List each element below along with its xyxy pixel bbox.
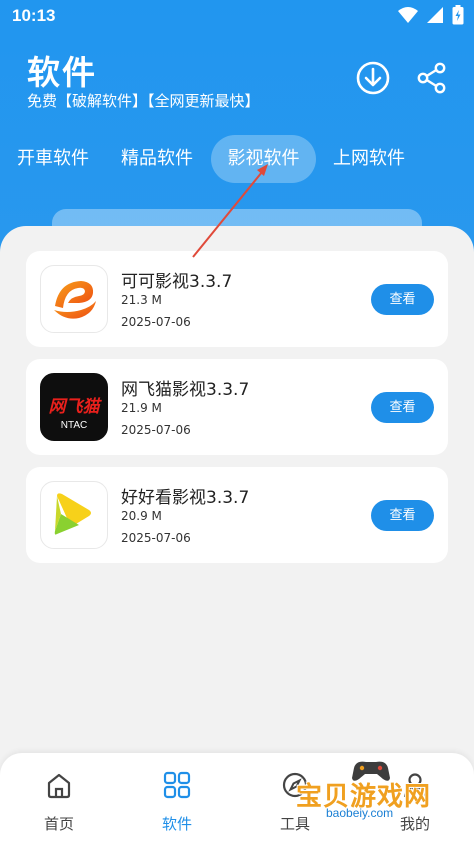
wangfeimao-icon: 网飞猫 NTAC [40, 373, 108, 441]
page-title: 软件 [27, 53, 97, 92]
wangfeimao-logo-text: 网飞猫 [48, 397, 100, 417]
category-tabs: 开車软件 精品软件 影视软件 上网软件 [0, 135, 474, 183]
apps-grid-icon [163, 771, 191, 799]
tab-yingshi[interactable]: 影视软件 [211, 135, 316, 183]
view-button[interactable]: 查看 [371, 284, 434, 315]
wangfeimao-logo-sub: NTAC [60, 420, 88, 431]
tab-jingpin[interactable]: 精品软件 [108, 135, 206, 183]
app-date: 2025-07-06 [121, 315, 191, 329]
app-card[interactable]: 可可影视3.3.7 21.3 M 2025-07-06 查看 [26, 251, 448, 347]
tab-shangwang[interactable]: 上网软件 [320, 135, 418, 183]
app-size: 21.3 M [121, 293, 162, 307]
watermark-url: baobeiy.com [326, 806, 394, 820]
app-date: 2025-07-06 [121, 531, 191, 545]
status-bar: 10:13 [0, 0, 474, 34]
nav-apps[interactable]: 软件 [118, 753, 236, 843]
app-date: 2025-07-06 [121, 423, 191, 437]
app-name: 好好看影视3.3.7 [121, 488, 250, 508]
home-icon [47, 773, 71, 799]
app-name: 网飞猫影视3.3.7 [121, 380, 250, 400]
download-button[interactable] [353, 58, 393, 98]
site-watermark: 宝贝游戏网 baobeiy.com [296, 756, 446, 836]
app-size: 20.9 M [121, 509, 162, 523]
signal-icon [427, 7, 443, 23]
nav-home[interactable]: 首页 [0, 753, 118, 843]
haohaokan-icon [40, 481, 108, 549]
battery-icon [452, 5, 464, 25]
view-button[interactable]: 查看 [371, 500, 434, 531]
app-card[interactable]: 网飞猫 NTAC 网飞猫影视3.3.7 21.9 M 2025-07-06 查看 [26, 359, 448, 455]
wifi-icon [398, 7, 418, 23]
nav-apps-label: 软件 [161, 815, 192, 833]
nav-home-label: 首页 [43, 815, 74, 833]
app-list: 可可影视3.3.7 21.3 M 2025-07-06 查看 网飞猫 NTAC … [0, 226, 474, 766]
download-icon [356, 61, 390, 95]
tab-kaiche[interactable]: 开車软件 [4, 135, 102, 183]
page-subtitle: 免费【破解软件】【全网更新最快】 [27, 92, 260, 110]
share-button[interactable] [412, 58, 452, 98]
app-card[interactable]: 好好看影视3.3.7 20.9 M 2025-07-06 查看 [26, 467, 448, 563]
keke-icon [40, 265, 108, 333]
status-time: 10:13 [12, 6, 56, 25]
app-name: 可可影视3.3.7 [121, 272, 233, 292]
share-icon [417, 62, 446, 94]
status-icons [398, 5, 464, 25]
app-size: 21.9 M [121, 401, 162, 415]
view-button[interactable]: 查看 [371, 392, 434, 423]
